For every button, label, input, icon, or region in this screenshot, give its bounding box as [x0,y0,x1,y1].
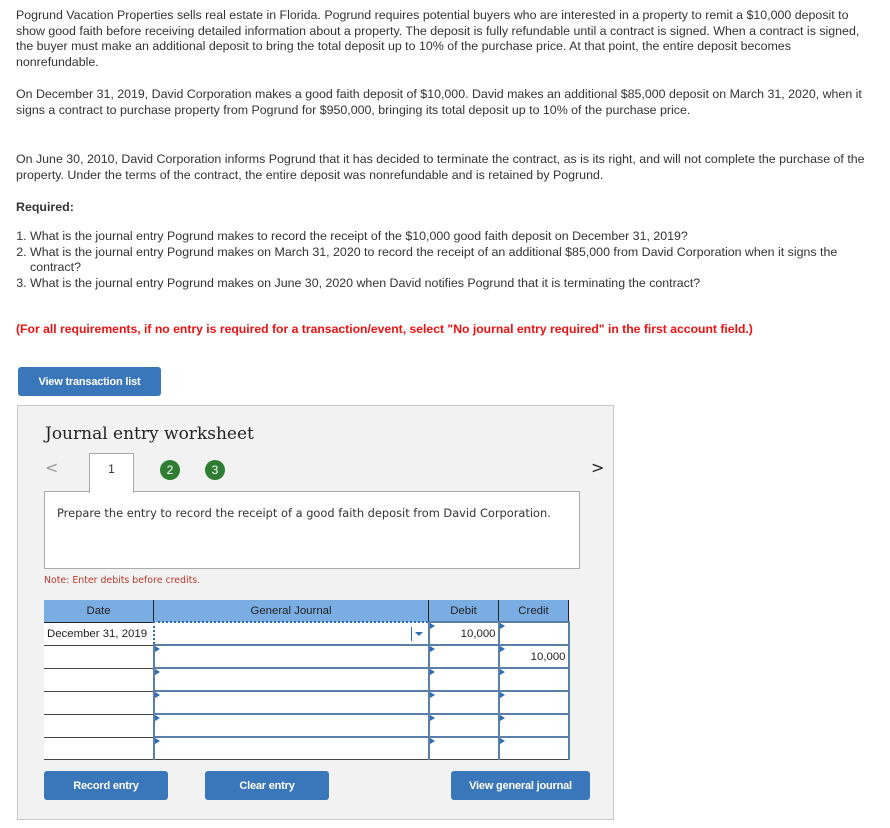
view-general-journal-button[interactable]: View general journal [451,771,590,800]
account-select[interactable] [152,667,430,692]
problem-paragraph-2: On December 31, 2019, David Corporation … [16,87,862,117]
credit-input[interactable] [497,621,570,646]
date-cell[interactable] [44,668,154,692]
cell-marker-icon [429,646,435,652]
header-debit: Debit [428,600,499,623]
debit-input[interactable] [427,690,500,715]
account-select[interactable] [152,690,430,715]
table-row: 10,000 [44,644,570,669]
question-3: What is the journal entry Pogrund makes … [30,276,880,292]
credit-input[interactable]: 10,000 [497,644,570,669]
view-transaction-list-button[interactable]: View transaction list [18,367,161,396]
worksheet-title: Journal entry worksheet [45,424,254,444]
account-select[interactable] [152,621,430,646]
cell-marker-icon [429,715,435,721]
worksheet-tab-1[interactable]: 1 [89,453,134,493]
table-row [44,690,570,715]
cell-marker-icon [154,715,160,721]
journal-table: Date General Journal Debit Credit Decemb… [44,600,570,760]
questions-list: What is the journal entry Pogrund makes … [16,229,880,291]
debit-input[interactable] [427,667,500,692]
date-cell[interactable] [44,714,154,738]
date-cell[interactable] [44,645,154,669]
debit-input[interactable] [427,713,500,738]
table-row [44,713,570,738]
worksheet-tab-3[interactable]: 3 [205,460,225,480]
cell-marker-icon [429,623,435,629]
header-credit: Credit [498,600,569,623]
required-heading: Required: [16,200,74,214]
debit-input[interactable]: 10,000 [427,621,500,646]
note-text: Note: Enter debits before credits. [44,575,201,586]
question-1: What is the journal entry Pogrund makes … [30,229,880,245]
table-header-row: Date General Journal Debit Credit [44,600,569,623]
table-row: December 31, 2019 10,000 [44,621,570,646]
date-cell[interactable] [44,737,154,760]
question-2: What is the journal entry Pogrund makes … [30,245,880,276]
table-row [44,736,570,760]
cell-marker-icon [154,646,160,652]
debit-input[interactable] [427,644,500,669]
cell-marker-icon [499,738,505,744]
dropdown-caret-icon[interactable] [410,627,424,641]
worksheet-tab-2[interactable]: 2 [160,460,180,480]
cell-marker-icon [499,623,505,629]
account-select[interactable] [152,713,430,738]
header-date: Date [44,600,154,623]
tab-label: 3 [211,463,219,477]
cell-marker-icon [429,669,435,675]
entry-description: Prepare the entry to record the receipt … [44,491,580,569]
debit-input[interactable] [427,736,500,760]
tab-label: 1 [108,462,115,476]
credit-input[interactable] [497,667,570,692]
table-row [44,667,570,692]
date-cell[interactable]: December 31, 2019 [44,622,154,646]
date-cell[interactable] [44,691,154,715]
account-select[interactable] [152,644,430,669]
credit-input[interactable] [497,690,570,715]
credit-value: 10,000 [530,650,566,663]
cell-marker-icon [429,738,435,744]
cell-marker-icon [154,738,160,744]
chevron-right-icon[interactable]: > [591,458,604,477]
credit-input[interactable] [497,736,570,760]
journal-entry-worksheet: Journal entry worksheet < 1 2 3 > Prepar… [17,405,614,820]
cell-marker-icon [499,692,505,698]
debit-value: 10,000 [460,627,496,640]
cell-marker-icon [499,646,505,652]
record-entry-button[interactable]: Record entry [44,771,168,800]
cell-marker-icon [499,669,505,675]
cell-marker-icon [429,692,435,698]
clear-entry-button[interactable]: Clear entry [205,771,329,800]
instruction-text: (For all requirements, if no entry is re… [16,322,753,336]
account-select[interactable] [152,736,430,760]
cell-marker-icon [154,669,160,675]
problem-paragraph-1: Pogrund Vacation Properties sells real e… [16,8,860,69]
chevron-left-icon[interactable]: < [45,458,58,477]
credit-input[interactable] [497,713,570,738]
cell-marker-icon [499,715,505,721]
cell-marker-icon [154,692,160,698]
problem-paragraph-3: On June 30, 2010, David Corporation info… [16,152,865,182]
header-general-journal: General Journal [153,600,429,623]
tab-label: 2 [166,463,174,477]
